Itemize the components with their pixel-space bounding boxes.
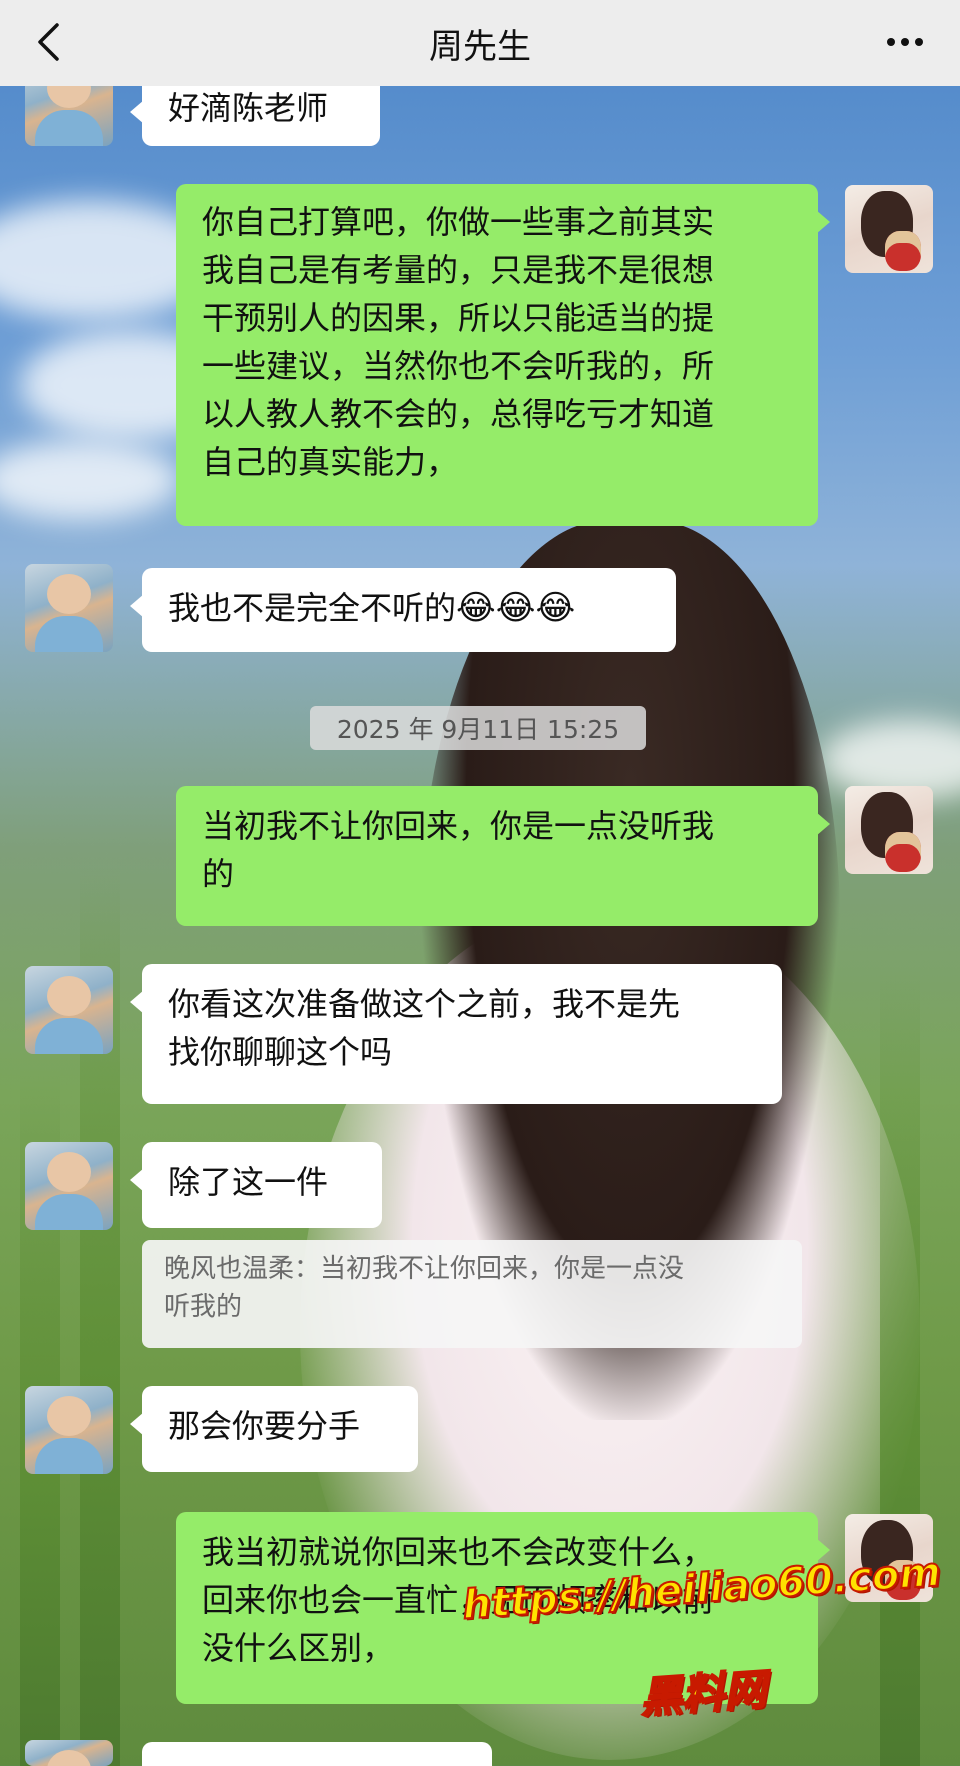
contact-avatar[interactable] [25, 1142, 113, 1230]
message-line: 你看这次准备做这个之前，我不是先 [168, 985, 681, 1023]
watermark-name: 黑料网 [638, 1664, 769, 1724]
message-bubble-outgoing[interactable]: 你自己打算吧，你做一些事之前其实 我自己是有考量的，只是我不是很想 干预别人的因… [176, 184, 830, 526]
contact-avatar[interactable] [25, 564, 113, 652]
contact-name: 周先生 [429, 26, 531, 67]
message-line: 你自己打算吧，你做一些事之前其实 [202, 203, 715, 241]
message-bubble-incoming[interactable]: 我也不是完全不听的😂😂😂 [130, 568, 676, 652]
message-bubble-incoming[interactable]: 除了这一件 [130, 1142, 382, 1228]
back-button[interactable] [26, 18, 70, 66]
message-bubble-incoming[interactable]: 你看这次准备做这个之前，我不是先 找你聊聊这个吗 [130, 964, 782, 1104]
quoted-message[interactable]: 晚风也温柔：当初我不让你回来，你是一点没 听我的 [142, 1240, 802, 1348]
quote-line: 晚风也温柔：当初我不让你回来，你是一点没 [164, 1254, 685, 1284]
more-options-button[interactable] [880, 24, 930, 60]
message-line: 干预别人的因果，所以只能适当的提 [202, 299, 715, 337]
contact-avatar[interactable] [25, 966, 113, 1054]
message-line: 一些建议，当然你也不会听我的，所 [202, 347, 715, 385]
message-line: 我自己是有考量的，只是我不是很想 [202, 251, 715, 289]
chat-header: 周先生 [0, 0, 960, 86]
message-line: 的 [202, 855, 235, 893]
message-timestamp: 2025 年 9月11日 15:25 [310, 706, 646, 750]
message-line: 当初我不让你回来，你是一点没听我 [202, 807, 715, 845]
self-avatar[interactable] [845, 786, 933, 874]
more-dots-icon [887, 38, 895, 46]
message-bubble-incoming[interactable] [142, 1742, 492, 1766]
message-list: 好滴陈老师 你自己打算吧，你做一些事之前其实 我自己是有考量的，只是我不是很想 … [0, 0, 960, 1766]
message-line: 自己的真实能力， [202, 443, 459, 481]
contact-avatar[interactable] [25, 1386, 113, 1474]
contact-avatar[interactable] [25, 1740, 113, 1766]
message-line: 以人教人教不会的，总得吃亏才知道 [202, 395, 715, 433]
chevron-left-icon [38, 23, 59, 61]
laughing-emoji-icon: 😂😂😂 [456, 588, 576, 628]
quote-line: 听我的 [164, 1292, 243, 1322]
self-avatar[interactable] [845, 185, 933, 273]
message-line: 找你聊聊这个吗 [168, 1033, 393, 1071]
message-bubble-incoming[interactable]: 那会你要分手 [130, 1386, 418, 1472]
message-bubble-outgoing[interactable]: 当初我不让你回来，你是一点没听我 的 [176, 786, 830, 926]
